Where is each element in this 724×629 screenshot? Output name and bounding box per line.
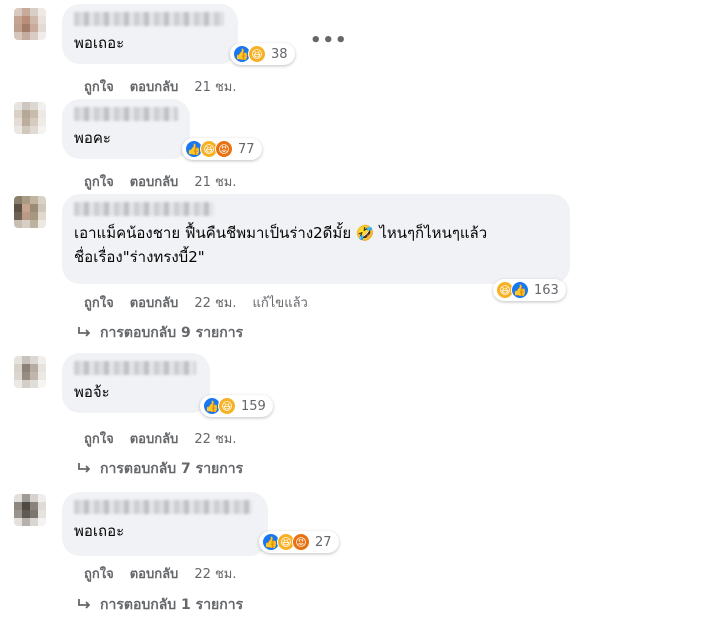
- replies-count-label: การตอบกลับ 1 รายการ: [100, 597, 244, 613]
- reply-arrow-icon: [78, 327, 91, 337]
- comment-text-line-2: ชื่อเรื่อง"ร่างทรงบี้2": [74, 248, 205, 266]
- replies-count-label: การตอบกลับ 7 รายการ: [100, 461, 244, 477]
- comment-actions: ถูกใจ ตอบกลับ 21 ชม.: [84, 76, 253, 97]
- angry-reaction-icon: 😡: [215, 140, 233, 158]
- avatar[interactable]: [14, 494, 46, 526]
- comment-text: พอเถอะ: [74, 522, 125, 540]
- comment-text: พอจ้ะ: [74, 383, 110, 401]
- comment-actions: ถูกใจ ตอบกลับ 21 ชม.: [84, 171, 253, 192]
- like-link[interactable]: ถูกใจ: [84, 171, 114, 192]
- reaction-summary[interactable]: 👍 😆 😡 27: [259, 531, 339, 553]
- like-link[interactable]: ถูกใจ: [84, 563, 114, 584]
- timestamp[interactable]: 21 ชม.: [194, 171, 236, 192]
- comment-text: พอคะ: [74, 129, 111, 147]
- reply-link[interactable]: ตอบกลับ: [130, 292, 179, 313]
- commenter-name[interactable]: [74, 12, 224, 26]
- timestamp[interactable]: 21 ชม.: [194, 76, 236, 97]
- view-replies-link[interactable]: การตอบกลับ 9 รายการ: [76, 322, 243, 344]
- commenter-name[interactable]: [74, 107, 178, 121]
- comment-bubble: พอเถอะ: [62, 4, 238, 64]
- reply-arrow-icon: [78, 599, 91, 609]
- reaction-count: 27: [315, 534, 332, 550]
- haha-reaction-icon: 😆: [248, 45, 266, 63]
- view-replies-link[interactable]: การตอบกลับ 1 รายการ: [76, 594, 243, 616]
- comment-actions: ถูกใจ ตอบกลับ 22 ชม. แก้ไขแล้ว: [84, 292, 324, 313]
- reaction-count: 163: [534, 282, 559, 298]
- reaction-count: 77: [238, 141, 255, 157]
- avatar[interactable]: [14, 8, 46, 40]
- reaction-count: 38: [271, 46, 288, 62]
- timestamp[interactable]: 22 ชม.: [194, 563, 236, 584]
- comment-text: พอเถอะ: [74, 34, 125, 52]
- avatar[interactable]: [14, 356, 46, 388]
- reaction-summary[interactable]: 👍 😆 159: [200, 395, 273, 417]
- comment-actions: ถูกใจ ตอบกลับ 22 ชม.: [84, 428, 253, 449]
- haha-reaction-icon: 😆: [218, 397, 236, 415]
- comment-bubble: พอจ้ะ: [62, 353, 210, 413]
- comment-actions: ถูกใจ ตอบกลับ 22 ชม.: [84, 563, 253, 584]
- reply-link[interactable]: ตอบกลับ: [130, 563, 179, 584]
- reply-link[interactable]: ตอบกลับ: [130, 171, 179, 192]
- avatar[interactable]: [14, 102, 46, 134]
- reaction-summary[interactable]: 👍 😆 😡 77: [182, 138, 262, 160]
- timestamp[interactable]: 22 ชม.: [194, 292, 236, 313]
- view-replies-link[interactable]: การตอบกลับ 7 รายการ: [76, 458, 243, 480]
- reaction-count: 159: [241, 398, 266, 414]
- like-link[interactable]: ถูกใจ: [84, 428, 114, 449]
- edited-label: แก้ไขแล้ว: [252, 296, 308, 311]
- reaction-summary[interactable]: 😆 👍 163: [493, 279, 566, 301]
- replies-count-label: การตอบกลับ 9 รายการ: [100, 325, 244, 341]
- like-link[interactable]: ถูกใจ: [84, 292, 114, 313]
- comment-text-line-1: เอาแม็คน้องชาย ฟื้นคืนชีพมาเป็นร่าง2ดีมั…: [74, 224, 488, 242]
- commenter-name[interactable]: [74, 500, 252, 514]
- like-link[interactable]: ถูกใจ: [84, 76, 114, 97]
- timestamp[interactable]: 22 ชม.: [194, 428, 236, 449]
- reply-arrow-icon: [78, 463, 91, 473]
- reaction-summary[interactable]: 👍 😆 38: [230, 43, 295, 65]
- comment-bubble: เอาแม็คน้องชาย ฟื้นคืนชีพมาเป็นร่าง2ดีมั…: [62, 194, 570, 284]
- more-options-icon[interactable]: •••: [310, 30, 348, 51]
- avatar[interactable]: [14, 196, 46, 228]
- reply-link[interactable]: ตอบกลับ: [130, 428, 179, 449]
- angry-reaction-icon: 😡: [292, 533, 310, 551]
- comment-bubble: พอคะ: [62, 99, 190, 159]
- comment-bubble: พอเถอะ: [62, 492, 268, 556]
- reply-link[interactable]: ตอบกลับ: [130, 76, 179, 97]
- commenter-name[interactable]: [74, 361, 196, 375]
- commenter-name[interactable]: [74, 202, 214, 216]
- like-reaction-icon: 👍: [511, 281, 529, 299]
